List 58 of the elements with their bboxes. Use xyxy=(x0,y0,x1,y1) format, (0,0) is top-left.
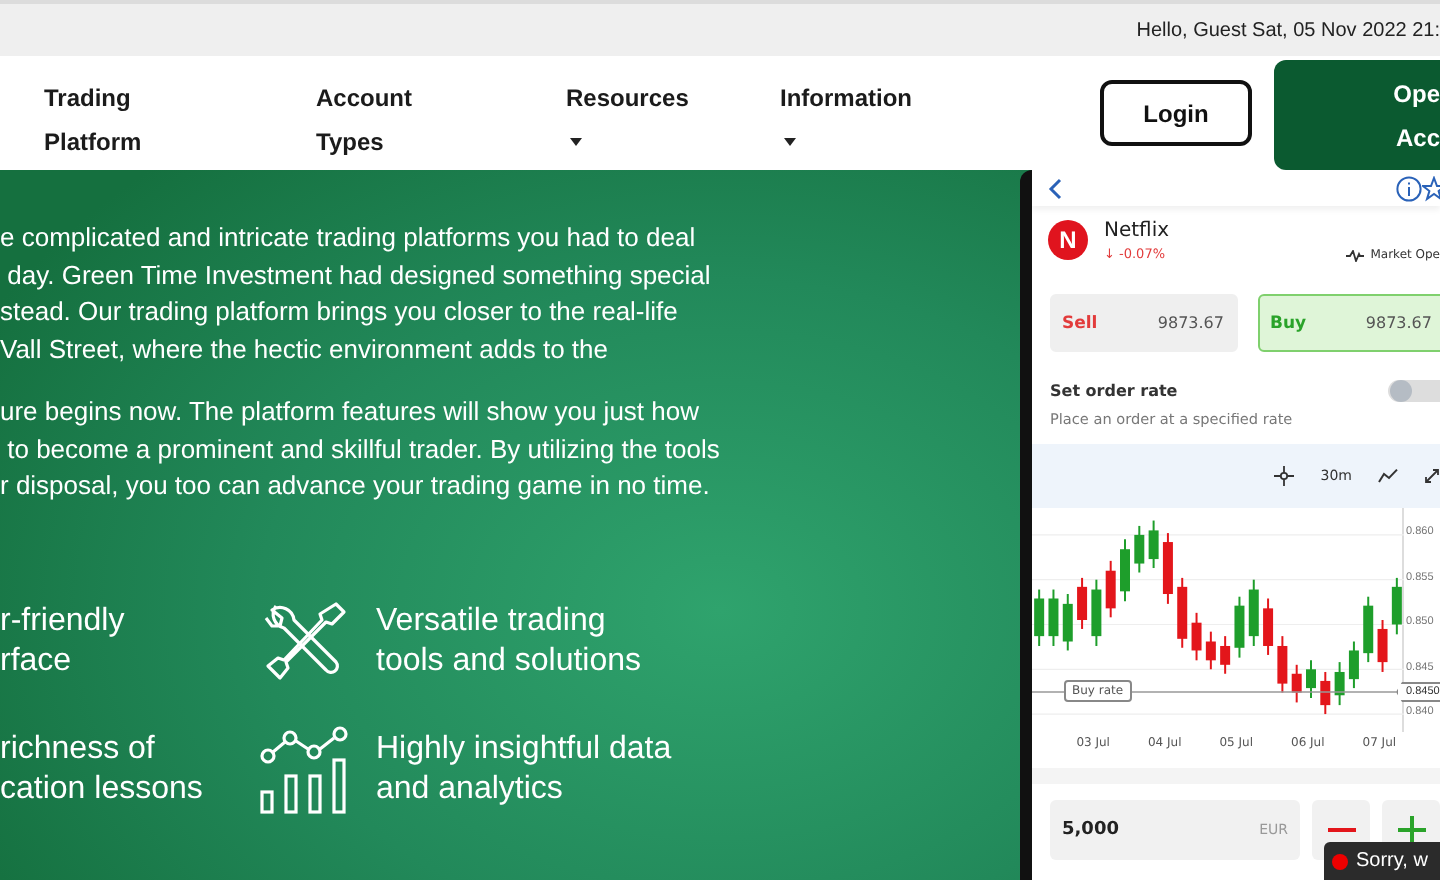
feature-text: richness of cation lessons xyxy=(0,729,203,810)
minus-icon[interactable] xyxy=(1327,828,1355,832)
tools-icon xyxy=(260,597,348,686)
candle xyxy=(1177,576,1188,649)
intro-paragraph: e complicated and intricate trading platforms you had to deal day. Green Time Investment had designed something special stead. Our trading platform brings you closer to the real-life Vall Street, where the hectic environment adds to the xyxy=(0,220,713,369)
login-button[interactable]: Login xyxy=(1100,80,1252,146)
sell-price-button[interactable]: Sell 9873.67 xyxy=(1050,294,1238,352)
candle xyxy=(1220,635,1231,675)
error-icon xyxy=(1332,853,1348,869)
nav-link[interactable]: Account Types xyxy=(316,76,566,164)
candle xyxy=(1334,661,1345,707)
intro-paragraph: ure begins now. The platform features will show you just how to become a prominent and skillful trader. By utilizing the tools r disposal, you too can advance your trading game in no time. xyxy=(0,393,722,505)
candle xyxy=(1306,659,1316,699)
back-icon[interactable] xyxy=(1048,177,1062,199)
candle xyxy=(1391,576,1402,636)
candle xyxy=(1162,532,1173,605)
buy-price-button[interactable]: Buy 9873.67 xyxy=(1258,294,1440,352)
candle xyxy=(1077,576,1088,630)
nav-link[interactable]: Trading Platform xyxy=(44,76,316,164)
candle xyxy=(1363,595,1374,664)
greeting-text: Hello, Guest Sat, 05 Nov 2022 21: xyxy=(1136,19,1440,41)
line-chart-icon[interactable] xyxy=(1378,468,1398,484)
pulse-icon xyxy=(1346,249,1365,261)
candle xyxy=(1191,611,1202,662)
candle xyxy=(1148,519,1159,570)
instrument-name: Netflix xyxy=(1104,220,1170,242)
open-account-button[interactable]: Ope Acc xyxy=(1274,60,1440,170)
candle xyxy=(1048,588,1059,647)
candle xyxy=(1291,663,1302,704)
order-rate-label: Set order rate xyxy=(1050,382,1178,400)
candle xyxy=(1105,559,1116,619)
company-logo: N xyxy=(1048,220,1088,260)
candle xyxy=(1263,597,1274,656)
nav-link[interactable]: Resources xyxy=(566,76,780,146)
candle xyxy=(1205,630,1216,671)
candle xyxy=(1277,635,1288,694)
candle xyxy=(1034,588,1045,647)
order-rate-toggle[interactable] xyxy=(1388,380,1440,402)
plus-icon[interactable] xyxy=(1397,816,1425,844)
crosshair-icon[interactable] xyxy=(1274,466,1295,486)
candle xyxy=(1248,578,1259,647)
info-icon[interactable] xyxy=(1396,175,1422,201)
candle xyxy=(1091,578,1102,647)
nav-link[interactable]: Information xyxy=(780,76,980,146)
candle xyxy=(1348,640,1359,690)
expand-icon[interactable] xyxy=(1424,468,1440,484)
candle xyxy=(1134,524,1145,574)
feature-text: Versatile trading tools and solutions xyxy=(376,601,642,682)
candle xyxy=(1120,538,1130,603)
candle xyxy=(1320,670,1331,716)
feature-text: r-friendly rface xyxy=(0,601,125,682)
candle xyxy=(1062,593,1073,652)
feature-text: Highly insightful data and analytics xyxy=(376,729,672,810)
star-icon[interactable] xyxy=(1422,175,1440,201)
toast-notification: Sorry, w xyxy=(1324,842,1440,880)
candle xyxy=(1234,595,1245,659)
analytics-icon xyxy=(260,725,348,814)
candle xyxy=(1377,619,1388,673)
